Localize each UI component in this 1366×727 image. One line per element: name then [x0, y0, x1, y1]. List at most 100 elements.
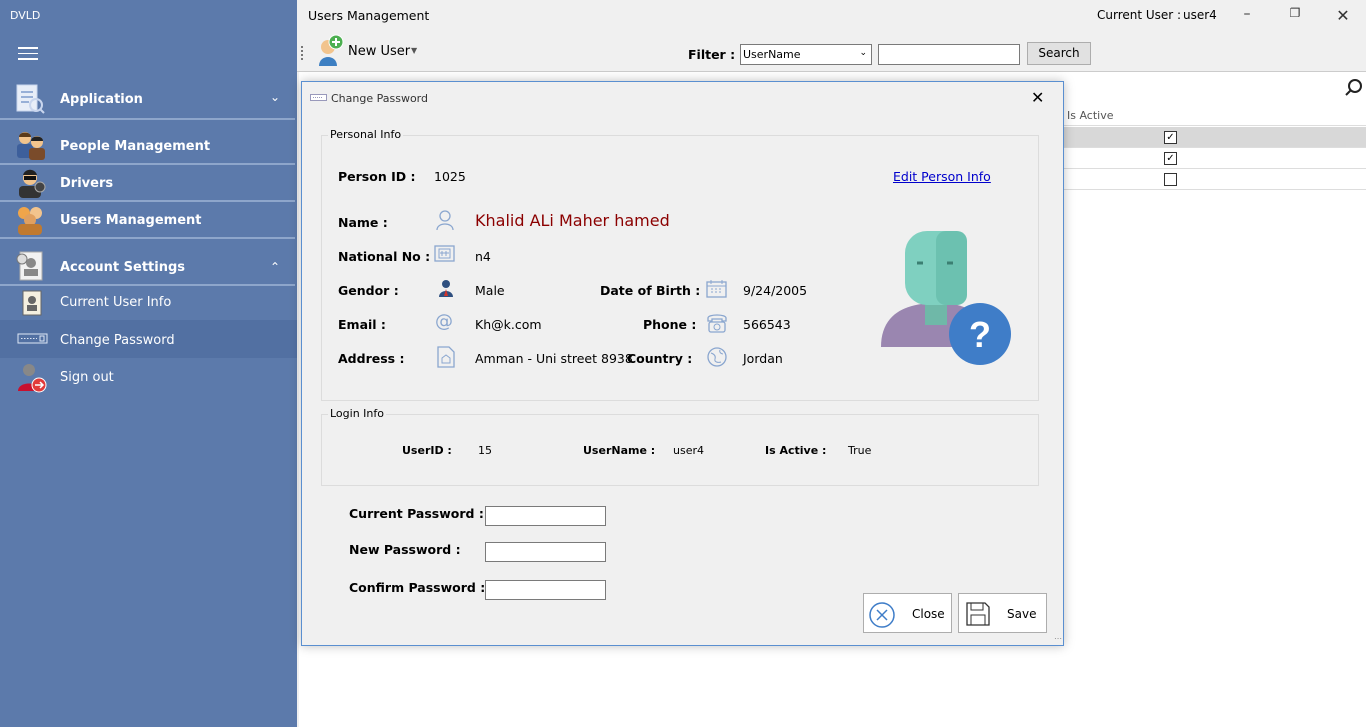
sidebar-item-sign-out[interactable]: Sign out — [0, 360, 297, 396]
address-value: Amman - Uni street 8938 — [475, 351, 633, 366]
calendar-icon — [706, 280, 727, 298]
edit-person-info-link[interactable]: Edit Person Info — [893, 169, 991, 184]
account-settings-icon — [16, 251, 43, 281]
is-active-checkbox[interactable] — [1164, 173, 1177, 186]
search-icon[interactable] — [1344, 78, 1364, 98]
new-user-button[interactable]: New User ▼ — [315, 33, 425, 67]
restore-icon[interactable]: ❐ — [1285, 6, 1305, 24]
filter-select[interactable]: UserName ⌄ — [740, 44, 872, 65]
divider — [0, 118, 295, 120]
close-button[interactable]: Close — [863, 593, 952, 633]
filter-selected-value: UserName — [743, 48, 801, 61]
column-header-is-active[interactable]: Is Active — [1063, 104, 1366, 126]
sidebar-item-label: Current User Info — [60, 295, 172, 310]
user-id-value: 15 — [478, 444, 492, 457]
column-header-label: Is Active — [1067, 109, 1114, 122]
close-window-icon[interactable]: ✕ — [1333, 6, 1353, 25]
group-title: Login Info — [328, 407, 386, 420]
person-photo-placeholder: ? — [881, 231, 1011, 365]
search-button[interactable]: Search — [1027, 42, 1091, 65]
filter-input[interactable] — [878, 44, 1020, 65]
country-value: Jordan — [743, 351, 783, 366]
new-password-input[interactable] — [485, 542, 606, 562]
address-icon — [437, 346, 455, 368]
sidebar-item-current-user-info[interactable]: Current User Info — [0, 286, 297, 320]
toolbar: New User ▼ Filter : UserName ⌄ Search — [297, 30, 1366, 72]
date-of-birth-value: 9/24/2005 — [743, 283, 808, 298]
sidebar: DVLD Application ⌄ People Management Dri… — [0, 0, 297, 727]
table-row[interactable]: ✓ — [1063, 127, 1366, 148]
close-icon[interactable]: ✕ — [1031, 88, 1044, 107]
person-icon — [436, 210, 454, 231]
phone-value: 566543 — [743, 317, 791, 332]
chevron-up-icon: ⌃ — [270, 260, 281, 274]
gender-value: Male — [475, 283, 505, 298]
save-icon — [966, 602, 990, 626]
is-active-label: Is Active : — [765, 444, 827, 457]
sidebar-item-account-settings[interactable]: Account Settings ⌃ — [0, 247, 297, 285]
gender-label: Gendor : — [338, 283, 399, 298]
is-active-checkbox[interactable]: ✓ — [1164, 152, 1177, 165]
people-icon — [17, 132, 45, 160]
national-no-value: n4 — [475, 249, 491, 264]
login-info-group: Login Info UserID : 15 UserName : user4 … — [321, 407, 1039, 486]
personal-info-group: Personal Info Person ID : 1025 Edit Pers… — [321, 128, 1039, 401]
sidebar-item-label: Users Management — [60, 213, 202, 228]
new-user-label: New User — [348, 44, 411, 59]
sidebar-item-label: Change Password — [60, 333, 175, 348]
is-active-checkbox[interactable]: ✓ — [1164, 131, 1177, 144]
name-label: Name : — [338, 215, 388, 230]
hamburger-menu-icon[interactable] — [18, 47, 38, 61]
filter-label: Filter : — [688, 47, 736, 62]
male-icon — [439, 280, 453, 297]
toolbar-grip[interactable] — [301, 46, 303, 60]
person-id-label: Person ID : — [338, 169, 416, 184]
sidebar-item-label: Sign out — [60, 370, 114, 385]
add-user-icon — [319, 34, 344, 66]
title-bar: Users Management Current User : user4 – … — [297, 0, 1366, 30]
sidebar-item-label: People Management — [60, 139, 211, 154]
username-value: user4 — [673, 444, 704, 457]
table-row[interactable]: ✓ — [1063, 148, 1366, 169]
divider — [0, 237, 295, 239]
national-id-icon — [434, 245, 455, 262]
resize-grip-icon[interactable]: ⋯ — [1054, 634, 1062, 643]
sidebar-item-people-management[interactable]: People Management — [0, 125, 297, 163]
new-password-label: New Password : — [349, 542, 461, 557]
users-icon — [18, 207, 42, 235]
national-no-label: National No : — [338, 249, 431, 264]
sign-out-icon — [18, 364, 47, 393]
sidebar-item-drivers[interactable]: Drivers — [0, 165, 297, 201]
window-title: Users Management — [308, 8, 430, 23]
save-button-label: Save — [1007, 607, 1037, 621]
phone-icon — [707, 314, 727, 333]
close-circle-icon — [869, 602, 895, 628]
current-password-input[interactable] — [485, 506, 606, 526]
globe-icon — [707, 347, 727, 367]
confirm-password-input[interactable] — [485, 580, 606, 600]
sidebar-item-label: Account Settings — [60, 260, 186, 275]
chevron-down-icon: ⌄ — [270, 90, 281, 104]
username-label: UserName : — [583, 444, 656, 457]
email-value: Kh@k.com — [475, 317, 542, 332]
sidebar-item-label: Application — [60, 92, 143, 107]
change-password-dialog: Change Password ✕ Personal Info Person I… — [301, 81, 1064, 646]
id-card-icon — [22, 290, 42, 316]
table-row[interactable] — [1063, 169, 1366, 190]
svg-text:?: ? — [969, 314, 991, 355]
password-field-icon — [310, 94, 327, 101]
minimize-icon[interactable]: – — [1237, 6, 1257, 24]
address-label: Address : — [338, 351, 405, 366]
driver-icon — [19, 169, 46, 198]
date-of-birth-label: Date of Birth : — [600, 283, 701, 298]
person-id-value: 1025 — [434, 169, 466, 184]
email-label: Email : — [338, 317, 386, 332]
password-field-icon — [17, 333, 48, 344]
sidebar-item-users-management[interactable]: Users Management — [0, 202, 297, 238]
app-name: DVLD — [10, 9, 41, 22]
save-button[interactable]: Save — [958, 593, 1047, 633]
dropdown-arrow-icon[interactable]: ▼ — [411, 46, 417, 55]
sidebar-item-change-password[interactable]: Change Password — [0, 320, 297, 358]
sidebar-item-application[interactable]: Application ⌄ — [0, 80, 297, 118]
country-label: Country : — [627, 351, 693, 366]
